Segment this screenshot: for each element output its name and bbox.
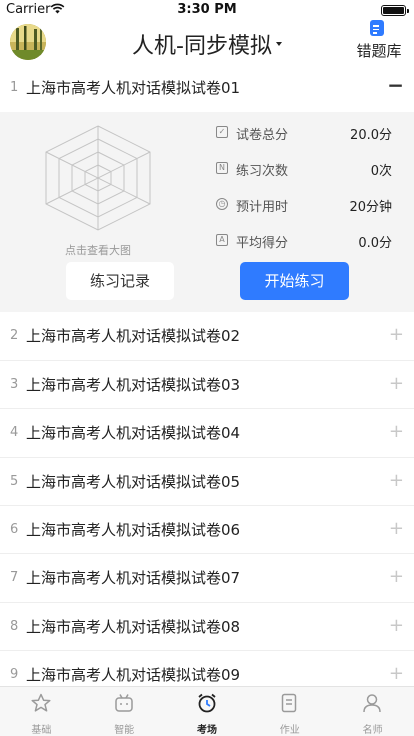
- expand-icon[interactable]: +: [389, 518, 404, 539]
- checkbox-icon: ✓: [216, 126, 228, 139]
- paper-row-1[interactable]: 1 上海市高考人机对话模拟试卷01 −: [0, 64, 414, 113]
- stat-value: 0.0分: [358, 236, 392, 252]
- paper-index: 6: [10, 521, 19, 537]
- tab-label: 名师: [362, 725, 383, 736]
- stat-estimated-time: ◷ 预计用时 20分钟: [216, 194, 392, 230]
- tab-bar: 基础 智能 考场 作业 名师: [0, 686, 414, 736]
- status-time: 3:30 PM: [177, 2, 237, 17]
- expand-icon[interactable]: +: [389, 325, 404, 345]
- tab-homework[interactable]: 作业: [248, 687, 331, 736]
- paper-index: 7: [10, 570, 19, 586]
- paper-index: 9: [10, 667, 19, 683]
- clock-icon: ◷: [216, 198, 228, 211]
- practice-record-button[interactable]: 练习记录: [66, 262, 174, 301]
- paper-title: 上海市高考人机对话模拟试卷04: [26, 424, 241, 443]
- paper-row-7[interactable]: 7 上海市高考人机对话模拟试卷07 +: [0, 554, 414, 603]
- stat-average-score: A 平均得分 0.0分: [216, 230, 392, 266]
- paper-title: 上海市高考人机对话模拟试卷07: [26, 569, 241, 588]
- radar-chart[interactable]: [44, 116, 152, 240]
- paper-index: 4: [10, 425, 19, 441]
- chevron-down-icon: [275, 42, 282, 46]
- paper-title: 上海市高考人机对话模拟试卷03: [26, 375, 241, 394]
- tab-teachers[interactable]: 名师: [331, 687, 414, 736]
- radar-caption: 点击查看大图: [65, 244, 131, 258]
- paper-index: 1: [10, 80, 19, 95]
- start-practice-button[interactable]: 开始练习: [240, 262, 349, 301]
- stat-label: 练习次数: [236, 164, 289, 180]
- paper-row-3[interactable]: 3 上海市高考人机对话模拟试卷03 +: [0, 360, 414, 410]
- page-title-text: 人机-同步模拟: [132, 34, 272, 59]
- paper-title: 上海市高考人机对话模拟试卷01: [26, 79, 241, 97]
- document-icon: [282, 693, 297, 713]
- tab-label: 基础: [31, 725, 52, 736]
- tab-label: 作业: [279, 725, 300, 736]
- paper-stats: ✓ 试卷总分 20.0分 N 练习次数 0次 ◷ 预计用时 20分钟 A 平均得…: [216, 122, 392, 266]
- tab-label: 智能: [114, 725, 135, 736]
- paper-detail-panel: 点击查看大图 ✓ 试卷总分 20.0分 N 练习次数 0次 ◷ 预计用时 20分…: [0, 112, 414, 313]
- expand-icon[interactable]: +: [389, 567, 404, 587]
- stat-practice-count: N 练习次数 0次: [216, 158, 392, 194]
- stat-label: 平均得分: [236, 236, 289, 252]
- wrong-book-label: 错题库: [356, 42, 402, 60]
- tab-basics[interactable]: 基础: [0, 687, 83, 736]
- paper-index: 2: [10, 328, 19, 344]
- paper-index: 8: [10, 618, 19, 634]
- paper-title: 上海市高考人机对话模拟试卷06: [26, 520, 241, 539]
- tab-smart[interactable]: 智能: [83, 687, 166, 736]
- paper-row-5[interactable]: 5 上海市高考人机对话模拟试卷05 +: [0, 457, 414, 506]
- tab-exam[interactable]: 考场: [166, 687, 249, 736]
- n-badge-icon: N: [216, 162, 228, 175]
- collapse-icon[interactable]: −: [387, 75, 404, 95]
- expand-icon[interactable]: +: [389, 470, 404, 491]
- tab-label: 考场: [196, 725, 217, 736]
- a-badge-icon: A: [216, 234, 228, 247]
- paper-index: 3: [10, 376, 19, 392]
- paper-title: 上海市高考人机对话模拟试卷08: [26, 617, 241, 636]
- paper-title: 上海市高考人机对话模拟试卷02: [26, 327, 241, 346]
- expand-icon[interactable]: +: [389, 422, 404, 442]
- teacher-icon: [363, 694, 381, 713]
- paper-list: 1 上海市高考人机对话模拟试卷01 − 点击查看大图 ✓ 试卷总分 20.0分: [0, 64, 414, 700]
- expand-icon[interactable]: +: [389, 373, 404, 394]
- nav-header: 人机-同步模拟 错题库: [0, 20, 414, 66]
- paper-title: 上海市高考人机对话模拟试卷05: [26, 472, 241, 491]
- expand-icon[interactable]: +: [389, 615, 404, 636]
- star-icon: [31, 693, 51, 712]
- wrong-book-button[interactable]: 错题库: [354, 20, 404, 64]
- robot-tv-icon: [115, 694, 133, 712]
- battery-icon: [381, 5, 409, 16]
- stat-label: 试卷总分: [236, 128, 289, 144]
- paper-row-4[interactable]: 4 上海市高考人机对话模拟试卷04 +: [0, 409, 414, 458]
- paper-index: 5: [10, 473, 19, 489]
- notebook-icon: [370, 20, 384, 36]
- paper-row-2[interactable]: 2 上海市高考人机对话模拟试卷02 +: [0, 312, 414, 361]
- alarm-clock-icon: [198, 693, 216, 713]
- stat-label: 预计用时: [236, 200, 289, 216]
- stat-total-score: ✓ 试卷总分 20.0分: [216, 122, 392, 158]
- stat-value: 20.0分: [350, 128, 392, 144]
- paper-row-6[interactable]: 6 上海市高考人机对话模拟试卷06 +: [0, 505, 414, 555]
- paper-row-8[interactable]: 8 上海市高考人机对话模拟试卷08 +: [0, 602, 414, 652]
- paper-title: 上海市高考人机对话模拟试卷09: [26, 666, 241, 685]
- stat-value: 0次: [370, 164, 392, 180]
- status-bar: Carrier 3:30 PM: [0, 0, 414, 20]
- expand-icon[interactable]: +: [389, 664, 404, 684]
- stat-value: 20分钟: [349, 200, 392, 216]
